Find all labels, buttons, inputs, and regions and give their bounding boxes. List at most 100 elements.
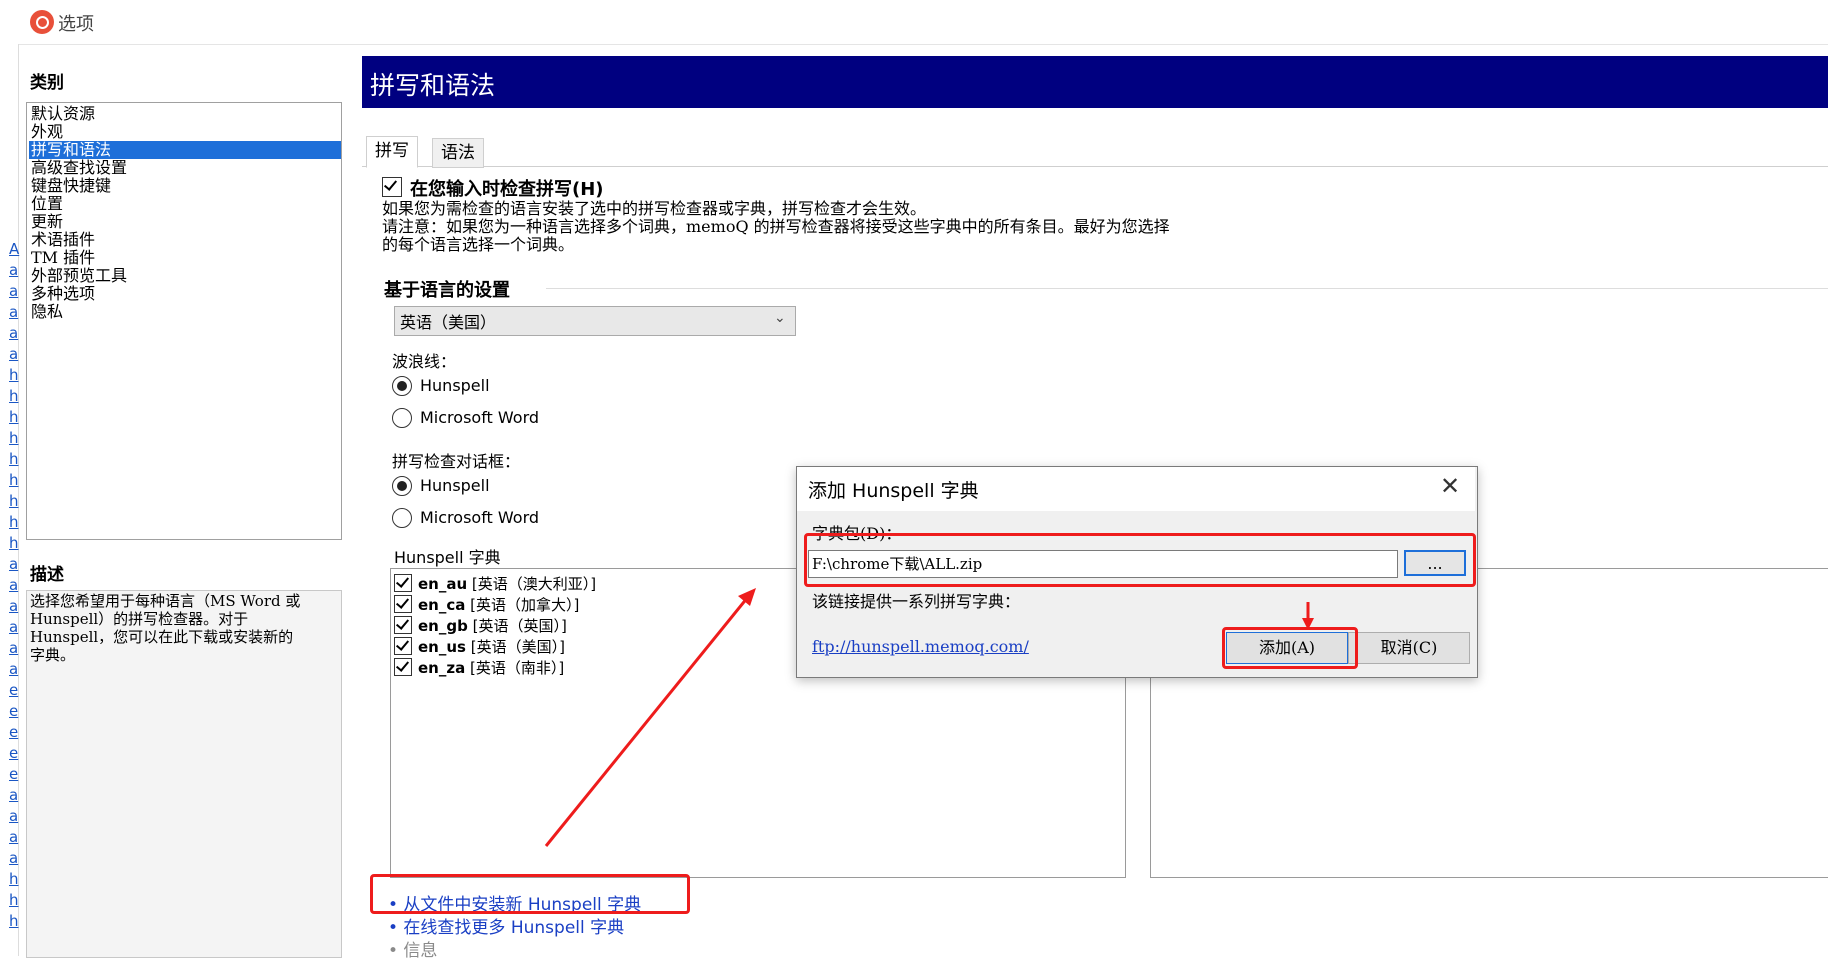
category-item[interactable]: 更新 (29, 213, 341, 231)
window-title: 选项 (58, 14, 94, 35)
find-more-dictionaries-link[interactable]: • 在线查找更多 Hunspell 字典 (388, 913, 624, 938)
dictionary-label: en_au [英语（澳大利亚）] (418, 573, 596, 594)
background-link-fragment: h (9, 534, 19, 552)
dialog-hunspell-radio[interactable] (392, 476, 412, 496)
annotation-box-install-link (370, 874, 690, 914)
dictionary-language: [英语（英国）] (467, 617, 567, 635)
link-info-text: 该链接提供一系列拼写字典： (812, 592, 1021, 611)
background-link-fragment: e (9, 723, 19, 741)
dictionary-checkbox[interactable] (394, 574, 412, 592)
page-title: 拼写和语法 (370, 71, 496, 100)
category-item[interactable]: 默认资源 (29, 105, 341, 123)
background-window-strip: Aaaaaahhhhhhhhhaaaaaaeeeeeaaaahhh (0, 44, 19, 956)
chevron-down-icon[interactable]: ⌄ (774, 310, 786, 326)
info-link[interactable]: • 信息 (388, 936, 437, 961)
check-spelling-checkbox[interactable] (382, 177, 402, 197)
background-link-fragment: a (9, 786, 19, 804)
background-link-fragment: a (9, 576, 19, 594)
background-link-fragment: a (9, 807, 19, 825)
category-item[interactable]: 外观 (29, 123, 341, 141)
background-link-fragment: a (9, 345, 19, 363)
dialog-title: 添加 Hunspell 字典 (808, 480, 979, 502)
background-link-fragment: h (9, 513, 19, 531)
dictionary-label: en_gb [英语（英国）] (418, 615, 567, 636)
dictionaries-label: Hunspell 字典 (394, 548, 501, 567)
dictionary-code: en_au (418, 575, 468, 593)
category-item[interactable]: 多种选项 (29, 285, 341, 303)
squiggle-word-radio[interactable] (392, 408, 412, 428)
description-text: 选择您希望用于每种语言（MS Word 或 Hunspell）的拼写检查器。对于… (30, 592, 340, 664)
dialog-word-label[interactable]: Microsoft Word (420, 508, 539, 527)
category-item[interactable]: 位置 (29, 195, 341, 213)
description-line: Hunspell）的拼写检查器。对于 (30, 610, 249, 628)
tab-divider (362, 166, 1828, 167)
dictionary-code: en_gb (418, 617, 468, 635)
dictionary-checkbox[interactable] (394, 658, 412, 676)
dictionary-checkbox[interactable] (394, 637, 412, 655)
dictionary-label: en_us [英语（美国）] (418, 636, 565, 657)
background-link-fragment: a (9, 849, 19, 867)
info-line: 如果您为需检查的语言安装了选中的拼写检查器或字典，拼写检查才会生效。 (382, 199, 927, 218)
background-link-fragment: h (9, 471, 19, 489)
tab-spelling[interactable]: 拼写 (366, 136, 418, 168)
ftp-link[interactable]: ftp://hunspell.memoq.com/ (812, 637, 1029, 656)
background-link-fragment: e (9, 765, 19, 783)
category-item[interactable]: 外部预览工具 (29, 267, 341, 285)
background-link-fragment: h (9, 912, 19, 930)
dialog-hunspell-label[interactable]: Hunspell (420, 476, 490, 495)
description-line: 字典。 (30, 646, 76, 664)
background-link-fragment: a (9, 618, 19, 636)
dictionary-code: en_us (418, 638, 466, 656)
background-link-fragment: e (9, 681, 19, 699)
category-item[interactable]: 高级查找设置 (29, 159, 341, 177)
group-title: 基于语言的设置 (384, 276, 514, 302)
close-icon[interactable]: ✕ (1440, 472, 1460, 500)
dictionary-language: [英语（加拿大）] (465, 596, 580, 614)
dictionary-checkbox[interactable] (394, 616, 412, 634)
title-bar (0, 0, 1828, 45)
squiggle-label: 波浪线： (392, 352, 457, 371)
check-spelling-label[interactable]: 在您输入时检查拼写(H) (410, 175, 604, 201)
dialog-word-radio[interactable] (392, 508, 412, 528)
content-header (362, 56, 1828, 108)
background-link-fragment: h (9, 870, 19, 888)
dictionary-language: [英语（澳大利亚）] (467, 575, 597, 593)
dictionary-language: [英语（南非）] (465, 659, 565, 677)
category-item[interactable]: 拼写和语法 (29, 141, 341, 159)
background-link-fragment: h (9, 429, 19, 447)
background-link-fragment: a (9, 660, 19, 678)
description-line: Hunspell，您可以在此下载或安装新的 (30, 628, 294, 646)
category-list[interactable]: 默认资源 外观 拼写和语法 高级查找设置 键盘快捷键 位置 更新 术语插件 TM 插件 外部预览工… (26, 102, 342, 540)
background-link-fragment: h (9, 450, 19, 468)
dictionary-language: [英语（美国）] (465, 638, 565, 656)
dictionary-label: en_ca [英语（加拿大）] (418, 594, 579, 615)
language-select-value[interactable]: 英语（美国） (400, 309, 496, 333)
category-item[interactable]: TM 插件 (29, 249, 341, 267)
description-label: 描述 (30, 565, 64, 585)
background-link-fragment: a (9, 261, 19, 279)
info-line: 的每个语言选择一个词典。 (382, 235, 575, 254)
dictionary-checkbox[interactable] (394, 595, 412, 613)
background-link-fragment: a (9, 639, 19, 657)
tab-grammar[interactable]: 语法 (432, 138, 484, 168)
annotation-box-package (804, 533, 1476, 587)
background-link-fragment: a (9, 324, 19, 342)
cancel-button[interactable]: 取消(C) (1348, 632, 1470, 664)
background-link-fragment: a (9, 282, 19, 300)
squiggle-word-label[interactable]: Microsoft Word (420, 408, 539, 427)
background-link-fragment: A (9, 240, 20, 258)
squiggle-hunspell-label[interactable]: Hunspell (420, 376, 490, 395)
background-link-fragment: e (9, 744, 19, 762)
group-divider (546, 288, 1828, 289)
category-item[interactable]: 键盘快捷键 (29, 177, 341, 195)
description-line: 选择您希望用于每种语言（MS Word 或 (30, 592, 301, 610)
category-label: 类别 (30, 73, 64, 93)
background-link-fragment: a (9, 597, 19, 615)
background-link-fragment: h (9, 891, 19, 909)
background-link-fragment: e (9, 702, 19, 720)
dictionary-label: en_za [英语（南非）] (418, 657, 564, 678)
category-item[interactable]: 隐私 (29, 303, 341, 321)
category-item[interactable]: 术语插件 (29, 231, 341, 249)
squiggle-hunspell-radio[interactable] (392, 376, 412, 396)
background-link-fragment: a (9, 303, 19, 321)
